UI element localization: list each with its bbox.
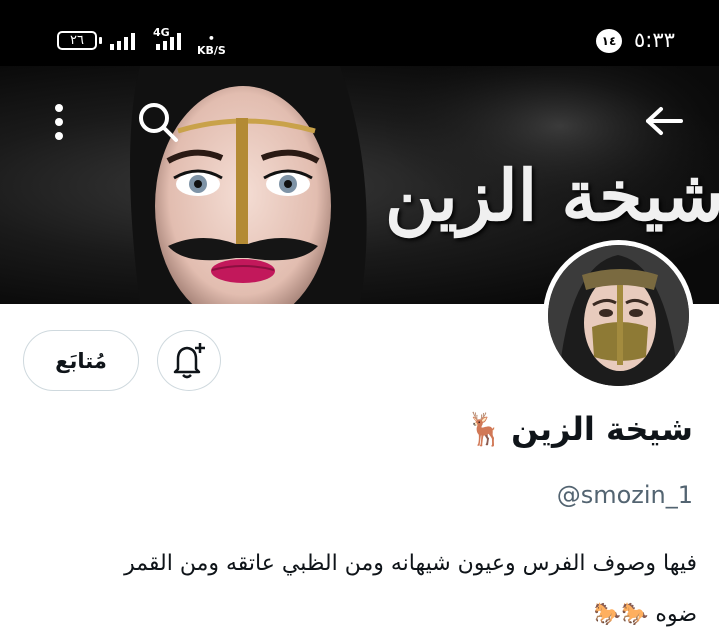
banner-title: شيخة الزين	[385, 154, 719, 237]
battery-level: ٢٦	[70, 33, 84, 48]
battery-icon: ٢٦	[57, 31, 97, 50]
battery-cap	[99, 37, 102, 44]
display-name: شيخة الزين 🦌	[465, 410, 693, 448]
bio-line-1: فيها وصوف الفرس وعيون شيهانه ومن الظبي ع…	[124, 551, 697, 576]
following-button-label: مُتابَع	[55, 348, 107, 373]
bio-line-2: ضوه 🐎🐎	[17, 589, 697, 640]
user-handle: @smozin_1	[556, 481, 693, 509]
avatar-image	[548, 245, 689, 386]
status-bar: ٢٦ 4G • KB/S ١٤ ٥:٣٣	[0, 0, 719, 66]
deer-emoji: 🦌	[465, 410, 506, 448]
status-time: ٥:٣٣	[634, 28, 675, 52]
display-name-text: شيخة الزين	[511, 410, 693, 448]
bell-plus-icon	[173, 342, 205, 378]
horse-emoji: 🐎🐎	[593, 602, 649, 627]
network-speed: • KB/S	[197, 33, 226, 57]
bio-line-2-text: ضوه	[655, 602, 697, 627]
notifications-button[interactable]	[157, 330, 221, 391]
avatar[interactable]	[543, 240, 694, 391]
profile-bio: فيها وصوف الفرس وعيون شيهانه ومن الظبي ع…	[17, 538, 697, 640]
signal-strength-icon-2	[156, 32, 181, 50]
following-button[interactable]: مُتابَع	[23, 330, 139, 391]
signal-strength-icon	[110, 32, 135, 50]
network-speed-unit: KB/S	[197, 44, 226, 57]
notification-badge: ١٤	[596, 29, 622, 53]
